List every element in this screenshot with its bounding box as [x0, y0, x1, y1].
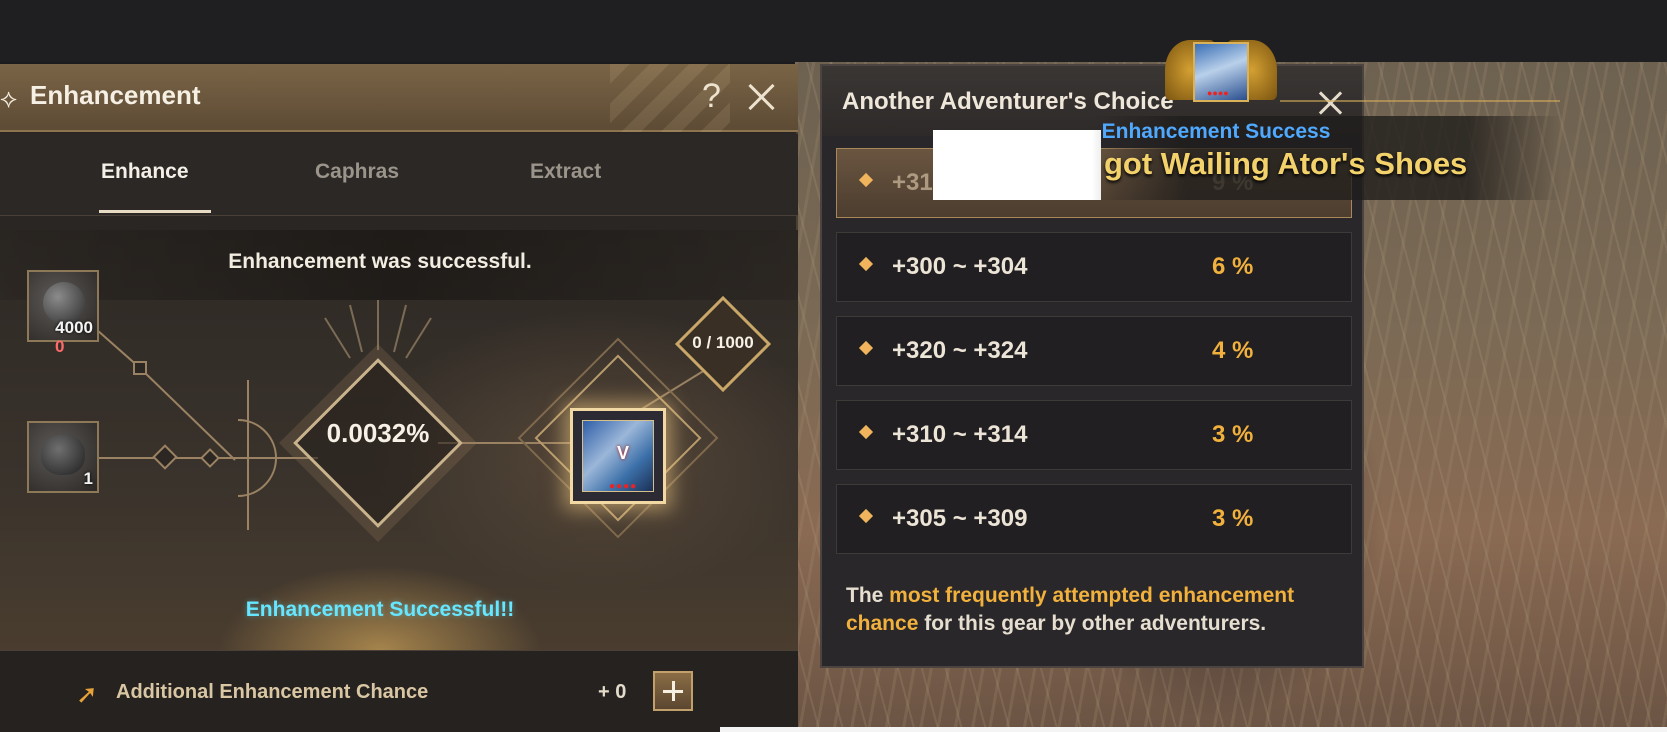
diamond-bullet-icon — [858, 424, 874, 440]
bottom-edge — [720, 727, 1667, 732]
choice-row[interactable]: +320 ~ +324 4 % — [836, 316, 1352, 386]
black-stone-slot[interactable]: 4000 — [27, 270, 99, 342]
notification-divider — [1280, 100, 1560, 102]
choice-range: +305 ~ +309 — [892, 505, 1028, 532]
choice-range: +320 ~ +324 — [892, 337, 1028, 364]
close-icon[interactable] — [1314, 86, 1348, 120]
item-level-dots: ●●●● — [609, 481, 638, 492]
additional-chance-value: + 0 — [598, 681, 627, 703]
notification-item-dots: ●●●● — [1207, 88, 1229, 98]
choice-title: Another Adventurer's Choice — [842, 88, 1174, 115]
connector-graphic — [96, 300, 719, 539]
enhancement-material-icon — [41, 435, 85, 475]
choice-percent: 3 % — [1212, 505, 1254, 532]
choice-percent: 4 % — [1212, 337, 1254, 364]
owned-stone-count: 0 — [55, 337, 65, 356]
add-chance-button[interactable] — [653, 671, 693, 711]
diamond-bullet-icon — [858, 340, 874, 356]
material-slot[interactable]: 1 — [27, 421, 99, 493]
diamond-bullet-icon — [858, 256, 874, 272]
choice-percent: 3 % — [1212, 421, 1254, 448]
choice-range: +300 ~ +304 — [892, 253, 1028, 280]
target-item-slot[interactable]: V ●●●● — [570, 408, 666, 504]
diamond-bullet-icon — [858, 508, 874, 524]
additional-chance-row: ➚ Additional Enhancement Chance + 0 — [0, 650, 798, 732]
notification-emblem: ●●●● — [1165, 30, 1277, 112]
note-suffix: for this gear by other adventurers. — [918, 612, 1267, 635]
additional-chance-label: Additional Enhancement Chance — [116, 681, 429, 703]
choice-range: +31 — [892, 169, 933, 196]
choice-row[interactable]: +310 ~ +314 3 % — [836, 400, 1352, 470]
notification-subtitle: Enhancement Success — [1101, 120, 1331, 143]
choice-range: +310 ~ +314 — [892, 421, 1028, 448]
grade-badge: V — [617, 443, 630, 463]
wailing-ator-shoes-icon: V ●●●● — [582, 420, 654, 492]
game-screen: ⟡ Enhancement ? Enhance Caphras Extract … — [0, 0, 1667, 732]
failstack-counter: 0 / 1000 — [692, 333, 754, 352]
arrow-up-icon: ➚ — [76, 679, 98, 709]
choice-row[interactable]: +305 ~ +309 3 % — [836, 484, 1352, 554]
redaction-box — [933, 130, 1101, 200]
black-stone-count: 4000 — [55, 318, 93, 337]
diamond-bullet-icon — [858, 172, 874, 188]
choice-description: The most frequently attempted enhancemen… — [846, 582, 1346, 638]
material-count: 1 — [83, 469, 93, 488]
result-message: Enhancement Successful!! — [245, 598, 515, 621]
notification-message: got Wailing Ator's Shoes — [1104, 146, 1468, 181]
note-prefix: The — [846, 584, 890, 607]
choice-row[interactable]: +300 ~ +304 6 % — [836, 232, 1352, 302]
choice-percent: 6 % — [1212, 253, 1254, 280]
success-rate: 0.0032% — [326, 418, 430, 448]
shoes-icon: ●●●● — [1193, 42, 1249, 102]
